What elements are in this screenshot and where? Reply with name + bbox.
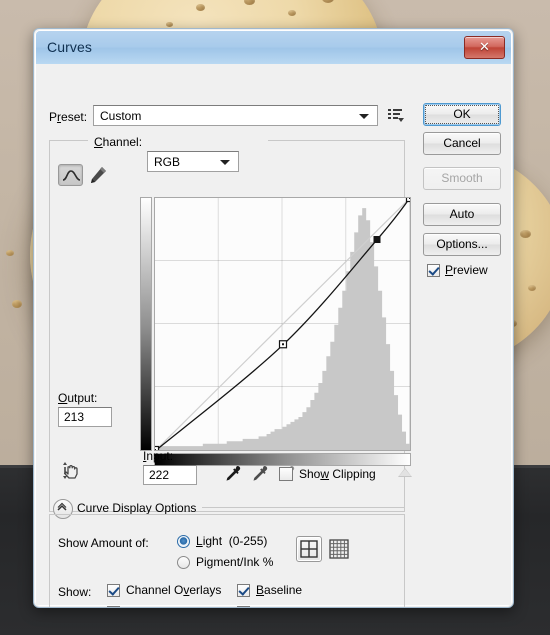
curves-dialog: Curves ✕ Preset: Custom OK Cancel Smooth… xyxy=(33,28,514,608)
eyedropper-icon xyxy=(253,466,268,481)
radio-pigment-label: Pigment/Ink % xyxy=(196,555,274,569)
dialog-inner-frame: Curves ✕ Preset: Custom OK Cancel Smooth… xyxy=(35,30,512,607)
preview-checkbox[interactable] xyxy=(427,264,440,277)
checkbox-channel-overlays-label: Channel Overlays xyxy=(126,583,222,597)
white-point-slider[interactable] xyxy=(398,468,412,477)
curve-point-tool-button[interactable] xyxy=(58,164,83,186)
show-label: Show: xyxy=(58,585,92,599)
pencil-draw-tool-button[interactable] xyxy=(87,164,109,186)
grid-10x10-button[interactable] xyxy=(328,538,350,560)
preview-label: Preview xyxy=(445,263,488,277)
bread-pore xyxy=(6,250,14,256)
bread-pore xyxy=(12,300,22,308)
output-gradient-strip xyxy=(140,197,152,451)
section-divider xyxy=(202,507,405,508)
cancel-button[interactable]: Cancel xyxy=(423,132,501,155)
checkbox-intersection-line-label: Intersection Line xyxy=(256,605,344,607)
curve-graph[interactable] xyxy=(154,197,411,451)
preset-value: Custom xyxy=(100,109,142,123)
checkbox-intersection-line[interactable] xyxy=(237,606,250,607)
checkbox-baseline[interactable] xyxy=(237,584,250,597)
pencil-icon xyxy=(91,167,106,183)
channel-label: Channel: xyxy=(94,135,143,149)
bread-pore xyxy=(166,22,173,27)
checkbox-histogram-label: Histogram xyxy=(126,605,181,607)
preset-options-menu-icon[interactable] xyxy=(388,108,404,122)
checkbox-channel-overlays[interactable] xyxy=(107,584,120,597)
show-clipping-label: Show Clipping xyxy=(299,467,376,481)
close-button[interactable]: ✕ xyxy=(464,36,505,59)
checkbox-baseline-label: Baseline xyxy=(256,583,303,597)
page-title: Curves xyxy=(47,39,92,55)
dialog-titlebar[interactable]: Curves ✕ xyxy=(36,31,511,65)
input-label: Input: xyxy=(143,449,174,463)
grid-10x10-icon xyxy=(329,539,349,559)
bread-pore xyxy=(528,285,536,291)
chevron-down-icon xyxy=(220,160,230,165)
screenshot-root: Curves ✕ Preset: Custom OK Cancel Smooth… xyxy=(0,0,550,635)
hand-pointer-icon xyxy=(63,462,78,479)
input-value-input[interactable]: 222 xyxy=(143,465,197,485)
radio-light-label: Light (0-255) xyxy=(196,534,268,548)
preset-label: Preset: xyxy=(49,110,88,124)
options-button[interactable]: Options... xyxy=(423,233,501,256)
dialog-body: Preset: Custom OK Cancel Smooth Auto Opt… xyxy=(36,64,511,607)
radio-light[interactable] xyxy=(177,535,190,548)
curve-control-points[interactable] xyxy=(155,198,410,450)
bread-pore xyxy=(196,4,205,11)
output-label: Output: xyxy=(58,391,98,405)
ok-button[interactable]: OK xyxy=(423,103,501,126)
output-value-input[interactable]: 213 xyxy=(58,407,112,427)
curve-display-options-title: Curve Display Options xyxy=(77,501,197,515)
checkbox-histogram[interactable] xyxy=(107,606,120,607)
channel-value: RGB xyxy=(154,155,181,169)
radio-pigment[interactable] xyxy=(177,556,190,569)
smooth-button: Smooth xyxy=(423,167,501,190)
close-icon: ✕ xyxy=(479,39,490,54)
curve-icon xyxy=(62,170,81,181)
preset-combobox[interactable]: Custom xyxy=(93,105,378,126)
channel-combobox[interactable]: RGB xyxy=(147,151,239,172)
set-black-point-eyedropper[interactable] xyxy=(222,463,244,485)
chevron-down-icon xyxy=(359,114,369,119)
bread-pore xyxy=(288,10,296,16)
bread-pore xyxy=(520,230,531,238)
auto-button[interactable]: Auto xyxy=(423,203,501,226)
set-gray-point-eyedropper[interactable] xyxy=(249,463,271,485)
grid-4x4-icon xyxy=(300,540,318,558)
grid-4x4-button[interactable] xyxy=(296,536,322,562)
on-image-adjustment-tool-button[interactable] xyxy=(59,460,83,484)
eyedropper-icon xyxy=(226,466,241,481)
show-amount-of-label: Show Amount of: xyxy=(58,536,149,550)
show-clipping-checkbox[interactable] xyxy=(279,467,293,481)
